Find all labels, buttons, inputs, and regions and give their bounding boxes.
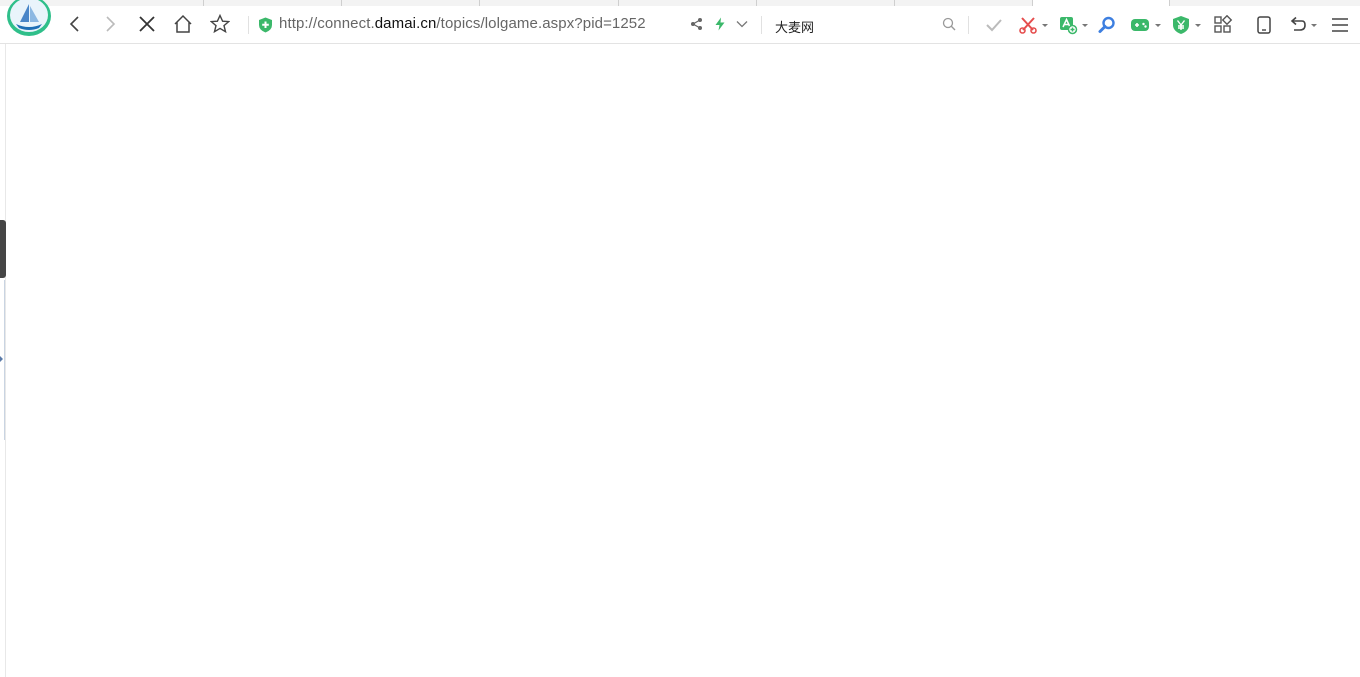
- page-content: [6, 44, 1360, 677]
- caret-down-icon[interactable]: [1155, 24, 1161, 27]
- address-bar[interactable]: http://connect.damai.cn/topics/lolgame.a…: [279, 15, 646, 32]
- hamburger-icon[interactable]: [1330, 15, 1350, 35]
- browser-logo-icon[interactable]: [6, 0, 52, 40]
- sidebar-toggle-handle[interactable]: [0, 220, 6, 278]
- share-icon[interactable]: [690, 17, 704, 31]
- url-domain: damai.cn: [374, 15, 437, 32]
- browser-toolbar: http://connect.damai.cn/topics/lolgame.a…: [0, 0, 1360, 44]
- caret-down-icon[interactable]: [1082, 24, 1088, 27]
- favorite-button[interactable]: [206, 10, 234, 38]
- home-icon: [174, 14, 192, 33]
- caret-down-icon[interactable]: [1042, 24, 1048, 27]
- star-icon: [210, 14, 230, 34]
- search-input[interactable]: 大麦网: [775, 17, 814, 36]
- caret-down-icon[interactable]: [1195, 24, 1201, 27]
- url-prefix: http://connect.: [279, 15, 375, 32]
- mobile-icon[interactable]: [1254, 15, 1274, 35]
- undo-icon[interactable]: [1287, 15, 1307, 35]
- back-button[interactable]: [62, 10, 90, 38]
- url-suffix: /topics/lolgame.aspx?pid=1252: [436, 15, 646, 32]
- scissors-icon[interactable]: [1018, 15, 1038, 35]
- chevron-left-icon: [69, 16, 79, 32]
- gamepad-icon[interactable]: [1130, 15, 1150, 35]
- chevron-right-icon: [106, 16, 116, 32]
- translate-icon[interactable]: [1058, 15, 1078, 35]
- check-icon[interactable]: [984, 15, 1004, 35]
- separator: [761, 16, 762, 34]
- forward-button[interactable]: [96, 10, 124, 38]
- separator: [248, 16, 249, 34]
- yen-shield-icon[interactable]: [1171, 15, 1191, 35]
- close-icon: [139, 16, 155, 32]
- stop-button[interactable]: [133, 10, 161, 38]
- apps-grid-icon[interactable]: [1213, 15, 1233, 35]
- home-button[interactable]: [169, 10, 197, 38]
- magnifier-icon[interactable]: [942, 17, 956, 31]
- chevron-down-icon[interactable]: [735, 17, 749, 31]
- lightning-icon[interactable]: [713, 17, 727, 31]
- separator: [968, 16, 969, 34]
- caret-down-icon[interactable]: [1311, 24, 1317, 27]
- shield-plus-icon[interactable]: [258, 17, 273, 33]
- search-icon[interactable]: [1097, 15, 1117, 35]
- sidebar-expand-arrow-icon[interactable]: [0, 356, 3, 362]
